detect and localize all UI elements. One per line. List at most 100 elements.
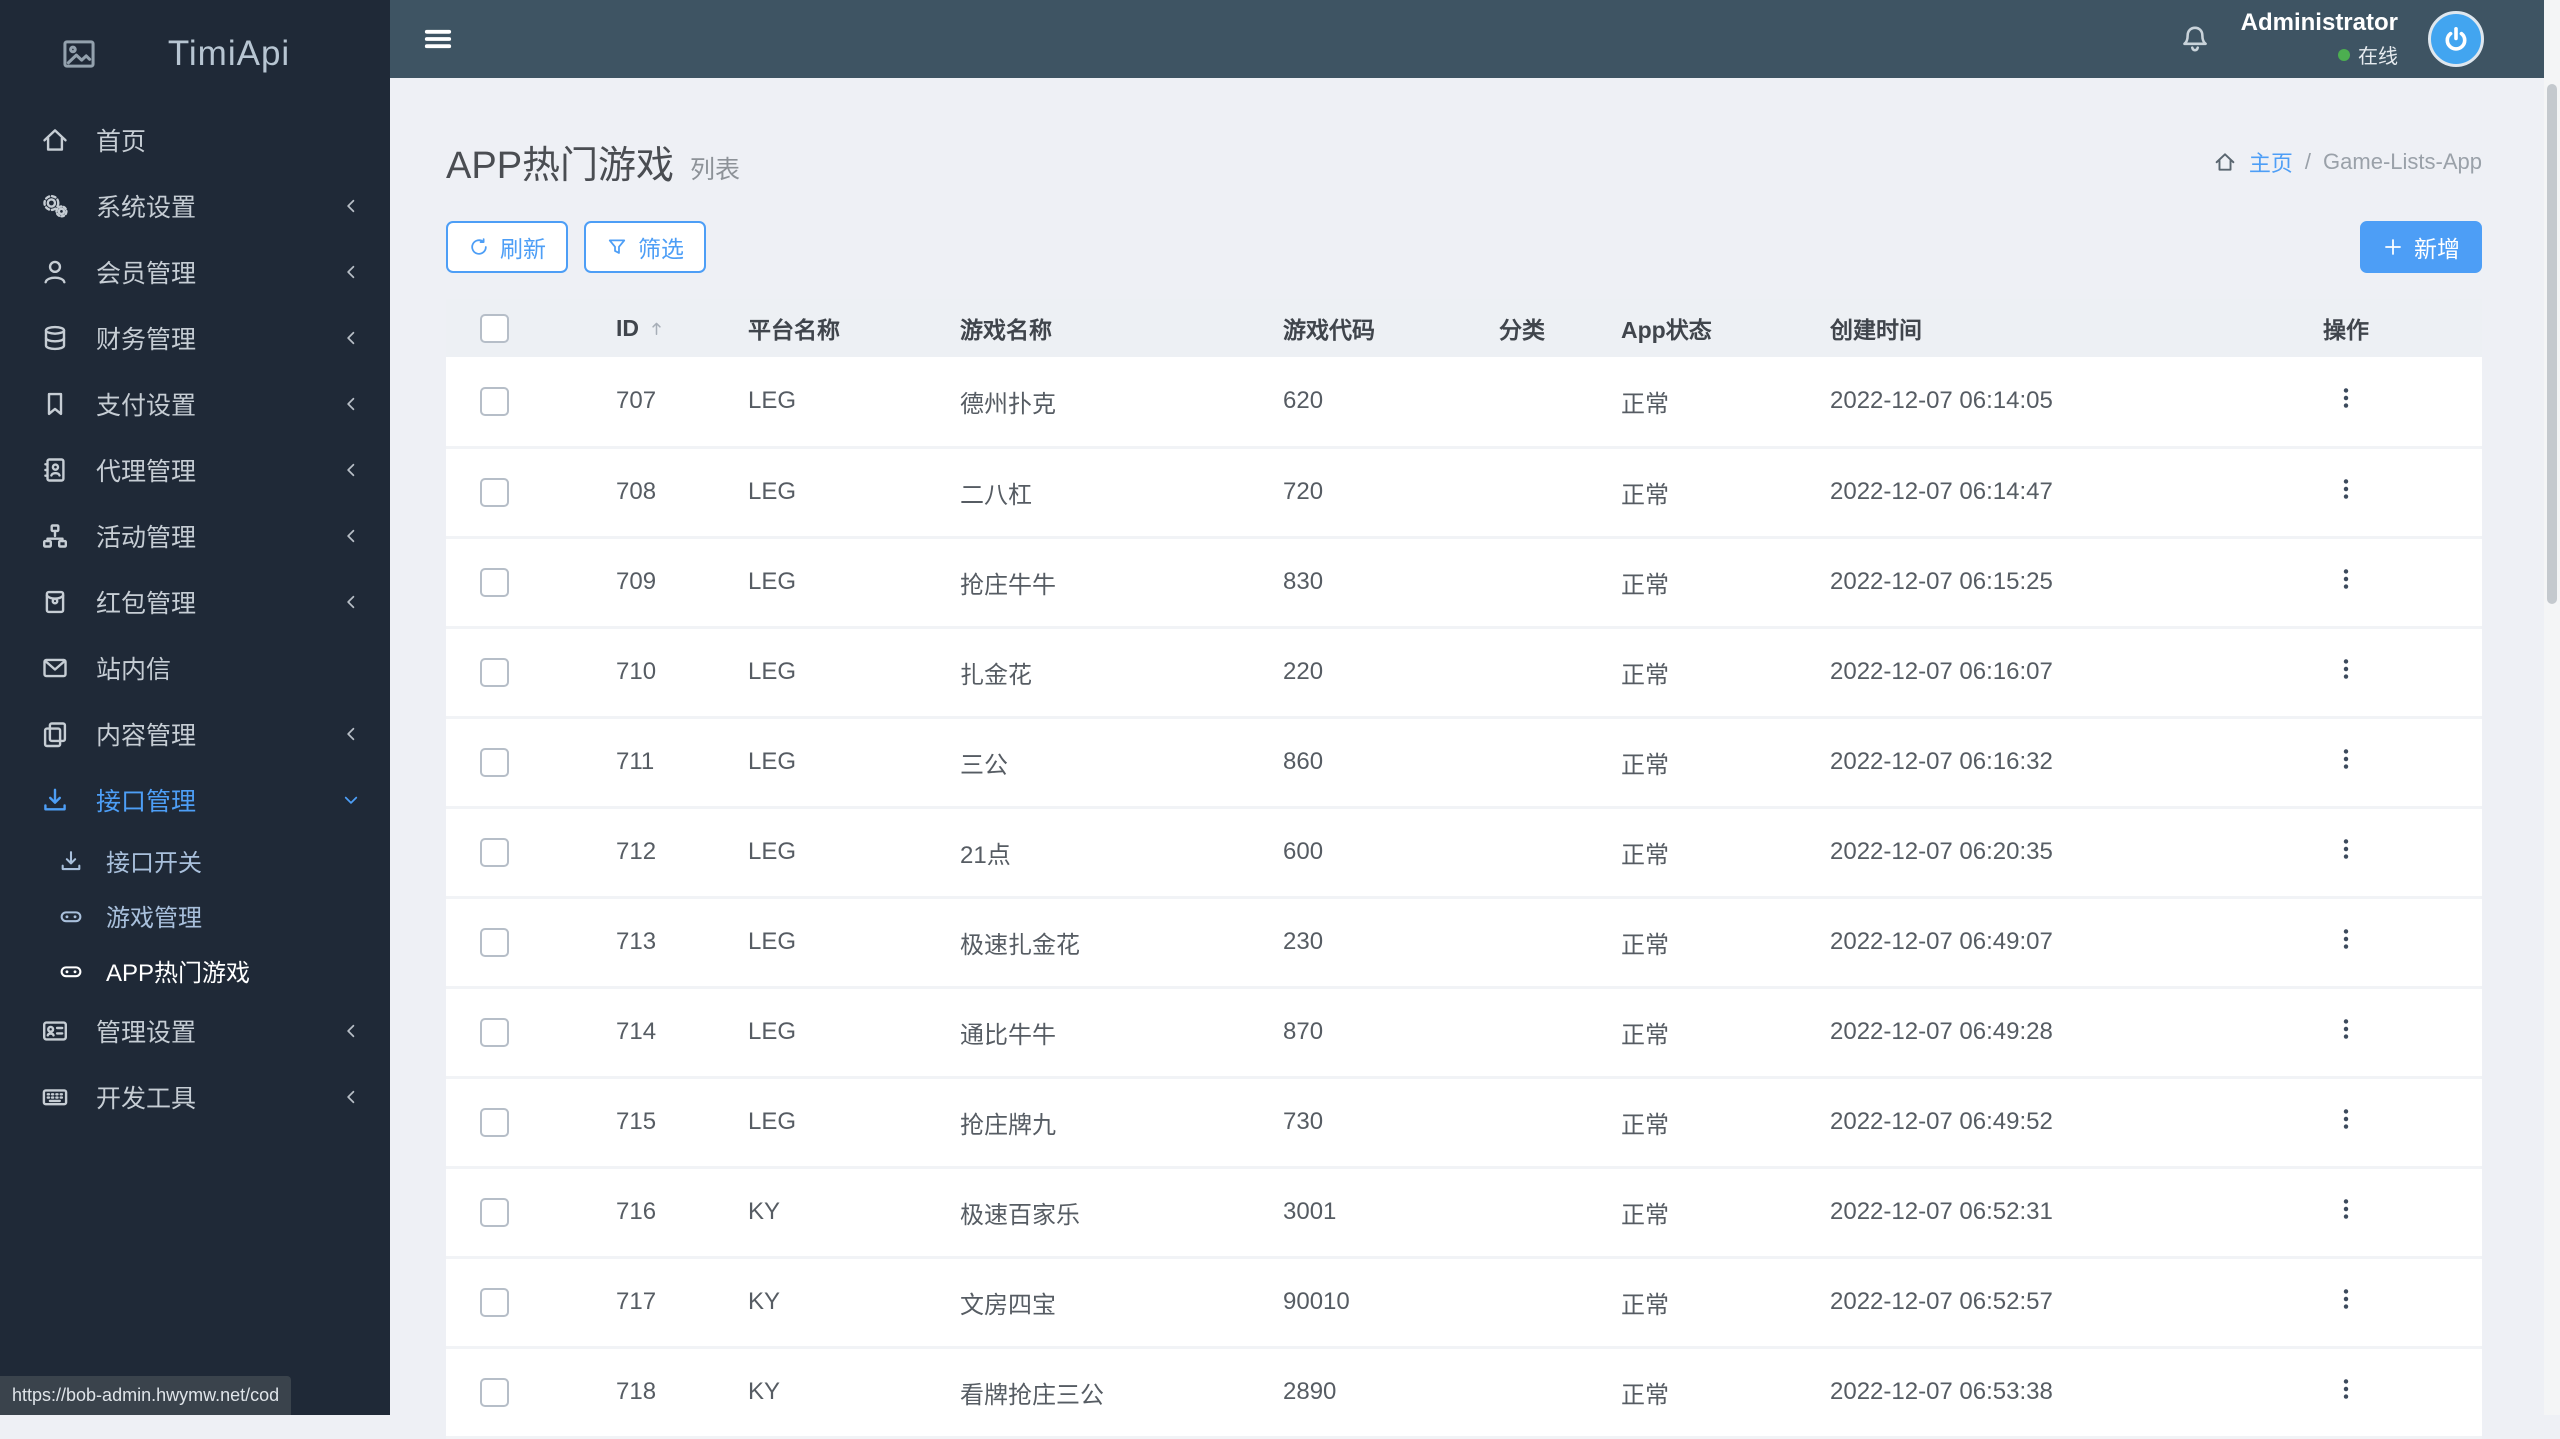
table-row: 710LEG扎金花220正常2022-12-07 06:16:07 (446, 627, 2482, 717)
cell-id: 713 (606, 897, 738, 987)
select-all-checkbox[interactable] (480, 314, 509, 343)
cell-platform: LEG (738, 987, 950, 1077)
plus-icon (2382, 236, 2404, 258)
sidebar-item-home[interactable]: 首页 (0, 107, 390, 173)
cell-game-code: 2890 (1273, 1347, 1489, 1437)
row-checkbox[interactable] (480, 928, 509, 957)
user-icon (40, 257, 70, 287)
logo-text: TimiApi (98, 34, 390, 74)
cell-platform: LEG (738, 807, 950, 897)
sidebar-item-interface-switch[interactable]: 接口开关 (0, 833, 390, 888)
sidebar-item-admin-settings[interactable]: 管理设置 (0, 998, 390, 1064)
table-row: 709LEG抢庄牛牛830正常2022-12-07 06:15:25 (446, 537, 2482, 627)
row-actions-button[interactable] (2333, 476, 2359, 502)
cell-category (1489, 1167, 1611, 1257)
row-actions-button[interactable] (2333, 836, 2359, 862)
row-actions-button[interactable] (2333, 566, 2359, 592)
envelope-icon (40, 653, 70, 683)
breadcrumb-separator: / (2305, 149, 2311, 175)
row-actions-button[interactable] (2333, 746, 2359, 772)
row-actions-button[interactable] (2333, 385, 2359, 411)
sidebar-item-payment-settings[interactable]: 支付设置 (0, 371, 390, 437)
cell-id: 710 (606, 627, 738, 717)
hamburger-menu-button[interactable] (420, 21, 456, 57)
sidebar-item-label: 代理管理 (96, 452, 340, 488)
cell-id: 712 (606, 807, 738, 897)
cell-status: 正常 (1611, 1257, 1820, 1347)
cell-game-name: 极速扎金花 (950, 897, 1273, 987)
row-checkbox[interactable] (480, 748, 509, 777)
cell-id: 718 (606, 1347, 738, 1437)
refresh-icon (468, 236, 490, 258)
sidebar-item-label: 红包管理 (96, 584, 340, 620)
refresh-button-label: 刷新 (500, 230, 546, 264)
row-checkbox[interactable] (480, 658, 509, 687)
chevron-left-icon (340, 327, 362, 349)
sidebar-item-interface-management[interactable]: 接口管理 (0, 767, 390, 833)
cell-game-name: 扎金花 (950, 627, 1273, 717)
sidebar-item-finance-management[interactable]: 财务管理 (0, 305, 390, 371)
filter-button[interactable]: 筛选 (584, 221, 706, 273)
row-checkbox[interactable] (480, 478, 509, 507)
row-checkbox[interactable] (480, 1378, 509, 1407)
user-info[interactable]: Administrator 在线 (2241, 9, 2398, 69)
row-checkbox[interactable] (480, 1108, 509, 1137)
sidebar-item-activity-management[interactable]: 活动管理 (0, 503, 390, 569)
column-header-app-status: App状态 (1611, 299, 1820, 357)
column-header-id[interactable]: ID (606, 299, 738, 357)
sidebar-item-redpacket-management[interactable]: 红包管理 (0, 569, 390, 635)
page-scrollbar[interactable] (2544, 0, 2560, 1415)
cell-id: 708 (606, 447, 738, 537)
cell-game-name: 二八杠 (950, 447, 1273, 537)
row-actions-button[interactable] (2333, 1286, 2359, 1312)
database-icon (40, 323, 70, 353)
row-checkbox[interactable] (480, 1018, 509, 1047)
breadcrumb-home-link[interactable]: 主页 (2249, 146, 2293, 178)
cell-game-code: 600 (1273, 807, 1489, 897)
sidebar-item-app-hot-games[interactable]: APP热门游戏 (0, 943, 390, 998)
cell-game-code: 620 (1273, 357, 1489, 447)
column-header-created: 创建时间 (1820, 299, 2210, 357)
row-checkbox[interactable] (480, 387, 509, 416)
row-checkbox[interactable] (480, 1198, 509, 1227)
row-checkbox[interactable] (480, 568, 509, 597)
row-actions-button[interactable] (2333, 926, 2359, 952)
sidebar-item-site-messages[interactable]: 站内信 (0, 635, 390, 701)
cell-category (1489, 807, 1611, 897)
sort-ascending-icon[interactable] (647, 319, 666, 338)
user-status: 在线 (2241, 40, 2398, 69)
row-actions-button[interactable] (2333, 656, 2359, 682)
notification-bell-icon[interactable] (2179, 23, 2211, 55)
sidebar-item-game-management[interactable]: 游戏管理 (0, 888, 390, 943)
cell-created: 2022-12-07 06:20:35 (1820, 807, 2210, 897)
sidebar-item-label: 首页 (96, 122, 362, 158)
user-name: Administrator (2241, 9, 2398, 37)
cell-created: 2022-12-07 06:49:52 (1820, 1077, 2210, 1167)
sidebar-item-system-settings[interactable]: 系统设置 (0, 173, 390, 239)
table-row: 717KY文房四宝90010正常2022-12-07 06:52:57 (446, 1257, 2482, 1347)
row-actions-button[interactable] (2333, 1106, 2359, 1132)
main-content: APP热门游戏 列表 主页 / Game-Lists-App 刷新 筛选 新增 (390, 0, 2560, 1415)
cell-created: 2022-12-07 06:49:07 (1820, 897, 2210, 987)
cell-category (1489, 987, 1611, 1077)
refresh-button[interactable]: 刷新 (446, 221, 568, 273)
sitemap-icon (40, 521, 70, 551)
sidebar-item-dev-tools[interactable]: 开发工具 (0, 1064, 390, 1130)
sidebar-item-member-management[interactable]: 会员管理 (0, 239, 390, 305)
row-actions-button[interactable] (2333, 1196, 2359, 1222)
table-header-row: ID 平台名称 游戏名称 游戏代码 分类 App状态 创建时间 操作 (446, 299, 2482, 357)
scrollbar-thumb[interactable] (2547, 84, 2557, 604)
row-actions-button[interactable] (2333, 1376, 2359, 1402)
cell-game-code: 220 (1273, 627, 1489, 717)
row-checkbox[interactable] (480, 838, 509, 867)
row-actions-button[interactable] (2333, 1016, 2359, 1042)
logo[interactable]: TimiApi (0, 0, 390, 107)
sidebar-item-agent-management[interactable]: 代理管理 (0, 437, 390, 503)
avatar[interactable] (2428, 11, 2484, 67)
sidebar-submenu: 接口开关 游戏管理 APP热门游戏 (0, 833, 390, 998)
row-checkbox[interactable] (480, 1288, 509, 1317)
cell-platform: LEG (738, 717, 950, 807)
sidebar-item-content-management[interactable]: 内容管理 (0, 701, 390, 767)
add-button[interactable]: 新增 (2360, 221, 2482, 273)
gamepad-icon (58, 903, 84, 929)
